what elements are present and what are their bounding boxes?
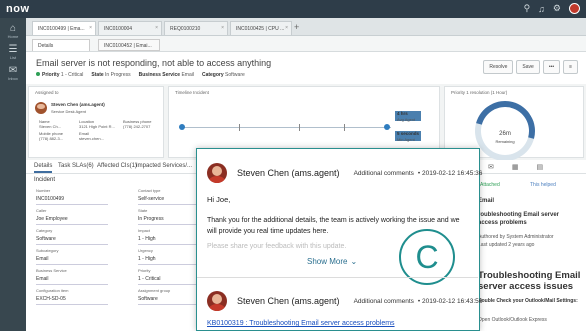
divider <box>197 277 478 278</box>
attached-status: Attached <box>480 182 500 188</box>
timeline-point[interactable] <box>179 124 185 130</box>
gear-icon[interactable]: ⚙ <box>553 3 561 14</box>
close-icon[interactable]: × <box>89 25 92 31</box>
business-service-field[interactable]: Email <box>36 274 108 285</box>
save-button[interactable]: Save <box>516 60 540 74</box>
comment-date: • 2019-02-12 16:43:56 <box>417 297 483 305</box>
kb-panel: Attached This helped Email roubleshootin… <box>470 174 586 331</box>
nav-home[interactable]: ⌂ Home <box>0 23 26 39</box>
window-tab[interactable]: INC0100499 | Ema... × <box>32 21 96 35</box>
subcategory-field[interactable]: Email <box>36 254 108 265</box>
category-field[interactable]: Software <box>36 234 108 245</box>
comment-date: • 2019-02-12 16:45:36 <box>417 169 483 177</box>
window-tab-strip: INC0100499 | Ema... × INC0100004 × REQ0100… <box>26 18 586 36</box>
number-field[interactable]: INC0100499 <box>36 194 108 205</box>
comment-author: Steven Chen (ams.agent) <box>237 296 340 306</box>
tab-affected-cis[interactable]: Affected CIs(1) <box>97 163 137 169</box>
priority-field[interactable]: 1 - Critical <box>138 274 196 285</box>
tab-details[interactable]: Details <box>32 39 90 51</box>
page-title: Email server is not responding, not able… <box>36 58 272 68</box>
close-icon[interactable]: × <box>221 25 224 31</box>
user-avatar[interactable] <box>569 3 580 14</box>
bell-icon[interactable]: ♫ <box>538 4 545 14</box>
resolve-button[interactable]: Resolve <box>483 60 514 74</box>
helped-link[interactable]: This helped <box>530 182 556 188</box>
impact-field[interactable]: 1 - High <box>138 234 196 245</box>
priority-dot <box>36 72 40 76</box>
form-section-title: Incident <box>34 177 56 183</box>
more-options-button[interactable]: ••• <box>542 60 561 74</box>
record-subtabs: Details INC0100452 | Emai... <box>26 36 586 52</box>
list-icon: ☰ <box>8 44 18 55</box>
avatar <box>207 291 227 311</box>
comment-header: Steven Chen (ams.agent) Additional comme… <box>207 163 482 183</box>
comment-author: Steven Chen (ams.agent) <box>237 168 340 178</box>
assigned-card: Assigned to Steven Chen (ams.agent) Serv… <box>28 86 164 158</box>
incident-form: Incident Number INC0100499 Contact type Se… <box>26 174 200 331</box>
close-icon[interactable]: × <box>155 25 158 31</box>
kb-article-title: Troubleshooting Email server access issu… <box>478 270 581 292</box>
record-header: Email server is not responding, not able… <box>26 52 586 84</box>
configuration-item-field[interactable]: EXCH-SD-05 <box>36 294 108 305</box>
logo: now <box>6 3 30 15</box>
comment-faded-text: Please share your feedback with this upd… <box>207 243 347 250</box>
inbox-icon[interactable]: ✉ <box>488 163 494 171</box>
avatar <box>207 163 227 183</box>
left-nav: ⌂ Home ☰ List ✉ Inbox <box>0 18 26 331</box>
comment-type: Additional comments <box>353 169 414 177</box>
assignment-group-field[interactable]: Software <box>138 294 196 305</box>
top-bar: now ⚲ ♫ ⚙ <box>0 0 586 18</box>
search-icon[interactable]: ⚲ <box>524 3 531 14</box>
contact-type-field[interactable]: Self-service <box>138 194 196 205</box>
show-more-button[interactable]: Show More ⌄ <box>307 257 357 266</box>
comment-header: Steven Chen (ams.agent) Additional comme… <box>207 291 482 311</box>
tab-details[interactable]: Details <box>34 163 53 173</box>
chat-icon: ✉ <box>8 65 18 76</box>
kb-article-link[interactable]: KB0100319 : Troubleshooting Email server… <box>207 320 395 327</box>
urgency-field[interactable]: 1 - High <box>138 254 196 265</box>
kb-toolbar: ✉ ▦ ▤ <box>470 160 586 174</box>
timeline-point[interactable] <box>384 124 390 130</box>
tab-task-slas[interactable]: Task SLAs(6) <box>58 163 94 169</box>
comment-zoom-overlay: Steven Chen (ams.agent) Additional comme… <box>196 148 482 331</box>
caller-field[interactable]: Joe Employee <box>36 214 108 225</box>
add-tab-icon[interactable]: + <box>294 22 299 32</box>
tab-related-incident[interactable]: INC0100452 | Emai... <box>98 39 160 51</box>
state-field[interactable]: In Progress <box>138 214 196 225</box>
book-icon[interactable]: ▤ <box>537 163 544 171</box>
nav-list[interactable]: ☰ List <box>0 44 26 60</box>
nav-inbox[interactable]: ✉ Inbox <box>0 65 26 81</box>
window-tab[interactable]: INC0100425 | CPU ... × <box>230 21 292 35</box>
document-icon[interactable]: ▦ <box>512 163 519 171</box>
menu-button[interactable]: ≡ <box>563 60 578 74</box>
chevron-down-icon: ⌄ <box>350 257 358 266</box>
tab-impacted-services[interactable]: Impacted Services/... <box>136 163 192 169</box>
close-icon[interactable]: × <box>285 25 288 31</box>
comment-greeting: Hi Joe, <box>207 195 231 204</box>
window-tab[interactable]: INC0100004 × <box>98 21 162 35</box>
window-tab[interactable]: REQ0100210 × <box>164 21 228 35</box>
comment-type: Additional comments <box>353 297 414 305</box>
avatar <box>35 102 47 114</box>
home-icon: ⌂ <box>9 23 17 34</box>
